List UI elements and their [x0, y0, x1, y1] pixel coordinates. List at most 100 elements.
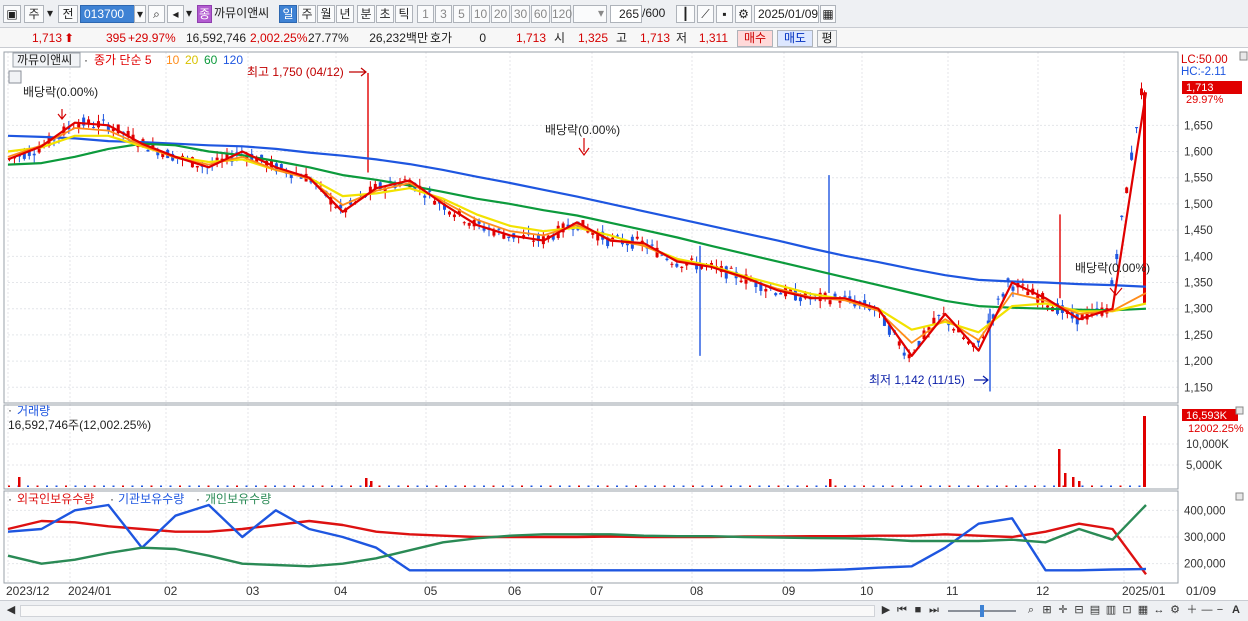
cross-icon[interactable]: ✛ [1056, 603, 1070, 619]
bar-count-input[interactable]: 265 [610, 5, 642, 23]
period-tab-second[interactable]: 초 [376, 5, 394, 23]
volume-bar [882, 485, 884, 487]
price-y-tick: 1,350 [1184, 278, 1213, 290]
candle-body [729, 267, 733, 269]
jump-end-icon[interactable]: ⏭ [927, 603, 941, 619]
scroll-bar[interactable]: ◀ ▶ ⏮ ■ ⏭ ⌕ ⊞ ✛ ⊟ ▤ ▥ ⊡ ▦ ↔ ⚙ ＋ — − A [0, 600, 1248, 621]
period-tab-minute[interactable]: 분 [357, 5, 375, 23]
panel-close-icon[interactable] [1239, 51, 1248, 61]
volume-bar [1034, 485, 1036, 487]
candle-type-icon[interactable]: ┃ [676, 5, 695, 23]
chart-area[interactable]: 1,150 1,200 1,250 1,300 1,350 1,400 1,450 1,500… [0, 48, 1248, 603]
search-zoom-icon[interactable]: ⌕ [1024, 603, 1038, 619]
gear-icon[interactable]: ⚙ [735, 5, 752, 23]
volume-bar [806, 485, 808, 487]
custom-interval-dropdown-icon[interactable]: ▾ [596, 5, 606, 23]
holdings-panel-close-icon[interactable] [1235, 492, 1244, 501]
font-size-icon[interactable]: A [1229, 603, 1243, 619]
hoga-value: 0 [479, 31, 486, 45]
price-y-tick: 1,250 [1184, 330, 1213, 342]
period-tab-week[interactable]: 주 [298, 5, 316, 23]
period-tab-day[interactable]: 일 [279, 5, 297, 23]
chart-tool-icon[interactable]: ⊟ [1072, 603, 1086, 619]
volume-bar [141, 485, 143, 487]
config-icon[interactable]: ⚙ [1168, 603, 1182, 619]
prev-button[interactable]: 전 [58, 5, 78, 23]
legend-ma-120: 120 [223, 53, 243, 67]
interval-3[interactable]: 3 [435, 5, 452, 23]
interval-20[interactable]: 20 [491, 5, 510, 23]
volume-bar [426, 485, 428, 487]
low-label: 저 [676, 31, 688, 45]
period-tab-year[interactable]: 년 [336, 5, 354, 23]
volume-bar [948, 485, 951, 487]
split-icon[interactable]: ⊞ [1040, 603, 1054, 619]
panel-icon[interactable]: ▥ [1104, 603, 1118, 619]
code-dropdown-icon[interactable]: ▾ [134, 5, 146, 23]
sell-button[interactable]: 매도 [777, 30, 813, 47]
volume-bar [331, 485, 333, 487]
scroll-track[interactable] [20, 605, 875, 617]
speaker-dropdown-icon[interactable]: ▾ [184, 5, 194, 23]
candle-body [680, 266, 684, 268]
dividend-label-2: 배당락(0.00%) [545, 123, 620, 137]
volume-bar [365, 478, 368, 487]
buy-button[interactable]: 매수 [737, 30, 773, 47]
volume-bar [416, 485, 419, 487]
window-menu-icon[interactable]: ▣ [3, 5, 21, 23]
table-icon[interactable] [8, 70, 22, 84]
avg-button[interactable]: 평 [817, 30, 837, 47]
volume-bar [188, 485, 191, 487]
volume-bar [829, 479, 832, 487]
interval-30[interactable]: 30 [511, 5, 530, 23]
low-annotation: 최저 1,142 (11/15) [869, 373, 965, 387]
grid-icon[interactable]: ▦ [1136, 603, 1150, 619]
interval-5[interactable]: 5 [453, 5, 470, 23]
volume-bar [996, 485, 998, 487]
volume-bar [939, 485, 941, 487]
volume-bar [302, 485, 305, 487]
period-tab-month[interactable]: 월 [317, 5, 335, 23]
x-tick-label: 06 [508, 584, 522, 598]
volume-bar [853, 485, 856, 487]
volume-bar [891, 485, 894, 487]
stop-icon[interactable]: ■ [911, 603, 925, 619]
type-selector[interactable]: 주 [24, 5, 44, 23]
legend-bullet: · [84, 53, 88, 67]
layout-icon[interactable]: ⊡ [1120, 603, 1134, 619]
date-input[interactable]: 2025/01/09 [754, 5, 819, 23]
scroll-left-icon[interactable]: ◀ [4, 603, 18, 619]
volume-bar [758, 485, 761, 487]
x-tick-label: 09 [782, 584, 796, 598]
search-icon[interactable]: ⌕ [148, 5, 165, 23]
draw-tool-icon[interactable]: ⟋ [697, 5, 714, 23]
calendar-icon[interactable]: ▦ [820, 5, 836, 23]
volume-bar [93, 485, 96, 487]
volume-bar [492, 485, 495, 487]
scroll-right-icon[interactable]: ▶ [880, 603, 892, 619]
fit-icon[interactable]: ↔ [1152, 603, 1166, 619]
holdings-y-tick: 400,000 [1184, 505, 1226, 517]
interval-10[interactable]: 10 [471, 5, 490, 23]
open-label: 시 [554, 31, 566, 45]
candle-body [279, 164, 283, 169]
stock-code-input[interactable]: 013700 [80, 5, 135, 23]
zoom-out-icon[interactable]: − [1213, 603, 1227, 619]
volume-bar [350, 485, 352, 487]
candle-body [897, 341, 901, 346]
interval-60[interactable]: 60 [531, 5, 550, 23]
volume-panel-close-icon[interactable] [1235, 406, 1244, 415]
indicator-icon[interactable]: ▤ [1088, 603, 1102, 619]
zoom-slider-handle[interactable] [980, 605, 984, 617]
speaker-icon[interactable]: ◂ [167, 5, 184, 23]
volume-value: 16,592,746주(12,002.25%) [8, 418, 151, 432]
jump-start-icon[interactable]: ⏮ [895, 603, 909, 619]
zoom-in-icon[interactable]: ＋ [1185, 603, 1199, 619]
candle-body [1026, 291, 1030, 296]
save-icon[interactable]: ▪ [716, 5, 733, 23]
interval-120[interactable]: 120 [551, 5, 572, 23]
trade-amount: 26,232백만 [369, 31, 428, 45]
chevron-down-icon[interactable]: ▾ [44, 5, 56, 23]
interval-1[interactable]: 1 [417, 5, 434, 23]
period-tab-tick[interactable]: 틱 [395, 5, 413, 23]
